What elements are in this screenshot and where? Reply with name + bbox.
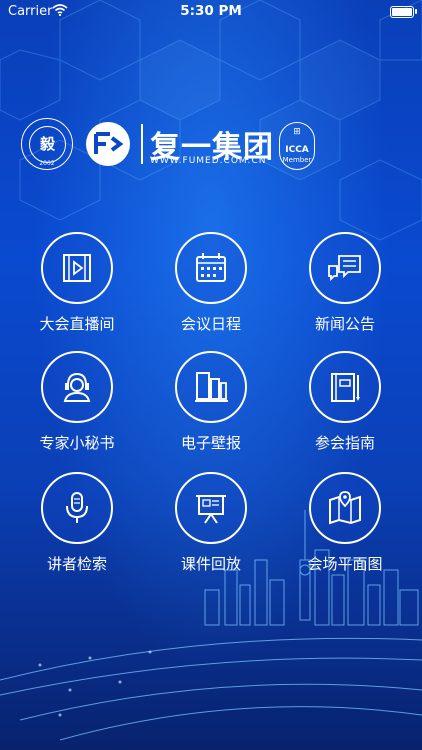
menu-label: 会议日程 xyxy=(180,315,241,333)
city-skyline-graphic xyxy=(0,510,422,741)
menu-label: 专家小秘书 xyxy=(39,434,115,452)
brand-url: WWW.FUMED.COM.CN xyxy=(150,156,267,166)
menu-label: 电子壁报 xyxy=(180,434,241,452)
clock: 5:30 PM xyxy=(180,3,242,19)
menu-item-assistant[interactable]: 专家小秘书 xyxy=(17,351,137,453)
menu-item-guide[interactable]: 参会指南 xyxy=(285,351,405,453)
app-screen: Carrier 5:30 PM 毅 2002 复一集团 WWW.FUMED.CO… xyxy=(0,0,422,750)
calendar-icon xyxy=(196,253,226,282)
video-icon xyxy=(63,254,91,282)
battery-icon xyxy=(390,6,417,18)
menu-item-schedule[interactable]: 会议日程 xyxy=(151,232,271,334)
menu-label: 参会指南 xyxy=(314,434,375,452)
display-boards-icon xyxy=(195,372,228,402)
menu-label: 大会直播间 xyxy=(39,315,115,333)
header-logos: 毅 2002 复一集团 WWW.FUMED.COM.CN ⊞ ICCA Memb… xyxy=(0,116,422,182)
menu-item-eposter[interactable]: 电子壁报 xyxy=(151,351,271,453)
headset-person-icon xyxy=(63,372,91,402)
fumed-logo-icon xyxy=(86,122,130,166)
menu-item-news[interactable]: 新闻公告 xyxy=(285,232,405,334)
icca-pillars-icon: ⊞ xyxy=(293,127,301,137)
convention-seal-logo: 毅 2002 xyxy=(21,118,73,170)
chat-bubbles-icon xyxy=(328,255,361,282)
menu-label: 新闻公告 xyxy=(314,315,375,333)
icca-badge: ⊞ ICCA Member xyxy=(279,122,315,170)
logo-divider xyxy=(141,124,143,164)
guide-book-icon xyxy=(331,373,360,402)
status-bar: Carrier 5:30 PM xyxy=(0,0,422,24)
menu-item-live[interactable]: 大会直播间 xyxy=(17,232,137,334)
